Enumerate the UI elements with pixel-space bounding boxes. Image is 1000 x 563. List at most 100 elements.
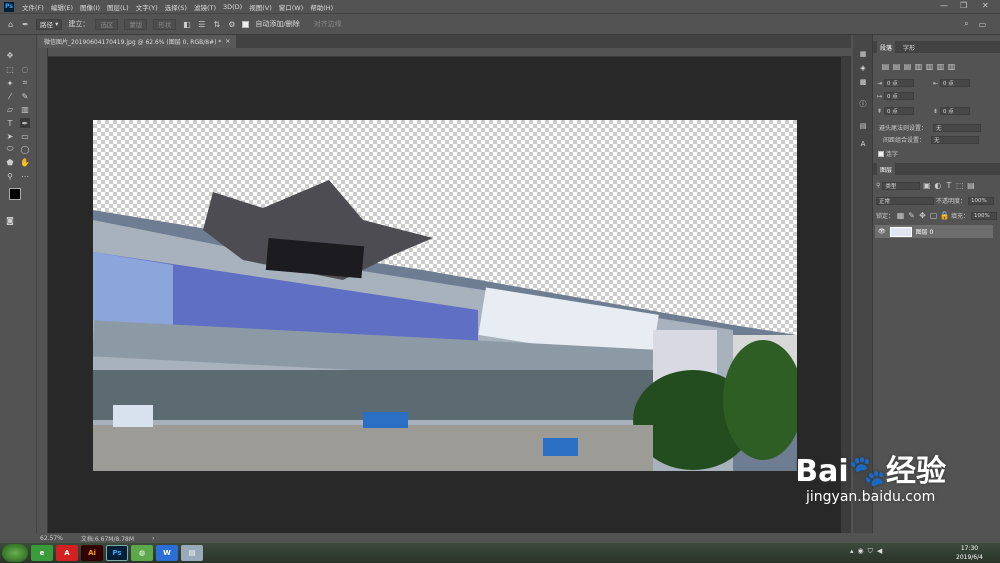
zoom-level[interactable]: 62.57% (40, 535, 63, 542)
align-right-icon[interactable]: ▤ (903, 62, 912, 71)
info-icon[interactable]: ⓘ (858, 99, 868, 109)
more-tools-icon[interactable]: ⋯ (20, 171, 30, 181)
pen-mode-select[interactable]: 路径 ▾ (36, 18, 63, 30)
close-icon[interactable]: ✕ (982, 1, 989, 10)
blue-app-icon[interactable]: W (156, 545, 178, 561)
move-tool-icon[interactable]: ✥ (5, 50, 15, 60)
filter-adjust-icon[interactable]: ◐ (933, 181, 942, 190)
character-icon[interactable]: ▤ (858, 121, 868, 131)
tab-paragraph[interactable]: 段落 (877, 41, 896, 53)
eyedropper-icon[interactable]: ⁄ (5, 91, 15, 101)
gear-icon[interactable]: ⚙ (227, 20, 236, 29)
ellipse-shape-icon[interactable]: ◯ (20, 144, 30, 154)
folder-app-icon[interactable]: ▤ (181, 545, 203, 561)
path-alignment-icon[interactable]: ☰ (197, 20, 206, 29)
eye-icon[interactable]: 👁 (878, 228, 886, 235)
tray-arrow-icon[interactable]: ▴ (850, 547, 854, 556)
photoshop-app-icon[interactable]: Ps (106, 545, 128, 561)
pen-tool-icon[interactable]: ✒ (21, 20, 30, 29)
brush-tool-icon[interactable]: ✎ (20, 91, 30, 101)
workspace-icon[interactable]: ▭ (978, 20, 987, 29)
menu-filter[interactable]: 滤镜(T) (194, 2, 216, 12)
foreground-color-swatch[interactable] (9, 188, 21, 200)
filter-shape-icon[interactable]: ⬚ (955, 181, 964, 190)
fill-field[interactable]: 100% (971, 211, 998, 220)
space-after-field[interactable]: 0 点 (940, 107, 971, 115)
maximize-icon[interactable]: ❐ (960, 1, 967, 10)
align-center-icon[interactable]: ▤ (892, 62, 901, 71)
swatches-icon[interactable]: ▩ (858, 77, 868, 87)
justify-right-icon[interactable]: ▥ (936, 62, 945, 71)
lock-transparent-icon[interactable]: ▦ (896, 211, 905, 220)
crop-tool-icon[interactable]: ⌗ (20, 78, 30, 88)
lock-pixels-icon[interactable]: ✎ (907, 211, 916, 220)
document-size[interactable]: 文档:6.67M/8.78M (81, 534, 134, 543)
justify-left-icon[interactable]: ▥ (914, 62, 923, 71)
filter-type-icon[interactable]: T (944, 181, 953, 190)
layer-filter-select[interactable]: 类型 (882, 181, 921, 190)
menu-window[interactable]: 窗口(W) (279, 2, 304, 12)
menu-image[interactable]: 图像(I) (80, 2, 100, 12)
lock-position-icon[interactable]: ✥ (918, 211, 927, 220)
selection-button[interactable]: 选区 (95, 18, 119, 30)
justify-center-icon[interactable]: ▥ (925, 62, 934, 71)
menu-view[interactable]: 视图(V) (249, 2, 272, 12)
paragraph-icon[interactable]: A (858, 139, 868, 149)
menu-file[interactable]: 文件(F) (22, 2, 44, 12)
document-tab[interactable]: 微信图片_20190604170419.jpg @ 62.6% (图层 0, R… (38, 35, 237, 48)
menu-type[interactable]: 文字(Y) (136, 2, 158, 12)
menu-3d[interactable]: 3D(D) (223, 3, 242, 11)
document-canvas[interactable] (92, 120, 803, 471)
illustrator-app-icon[interactable]: Ai (81, 545, 103, 561)
menu-edit[interactable]: 编辑(E) (51, 2, 73, 12)
mask-button[interactable]: 蒙版 (124, 18, 148, 30)
filter-pixel-icon[interactable]: ▣ (922, 181, 931, 190)
tab-layers[interactable]: 图层 (877, 163, 896, 175)
minimize-icon[interactable]: — (940, 1, 948, 10)
menu-select[interactable]: 选择(S) (165, 2, 187, 12)
acrobat-app-icon[interactable]: A (56, 545, 78, 561)
left-indent-field[interactable]: 0 点 (884, 79, 915, 87)
tray-volume-icon[interactable]: ◀ (877, 547, 882, 556)
eraser-icon[interactable]: ▱ (5, 104, 15, 114)
path-arrangement-icon[interactable]: ⇅ (212, 20, 221, 29)
brush-settings-icon[interactable]: ▦ (858, 49, 868, 59)
status-arrow-icon[interactable]: › (152, 535, 154, 542)
path-select-icon[interactable]: ➤ (5, 131, 15, 141)
browser-app-icon[interactable]: e (31, 545, 53, 561)
pen-tool-active-icon[interactable]: ✒ (20, 118, 30, 128)
blend-mode-select[interactable]: 正常 (876, 196, 934, 205)
clone-source-icon[interactable]: ◈ (858, 63, 868, 73)
tab-glyphs[interactable]: 字形 (903, 43, 915, 52)
opacity-field[interactable]: 100% (968, 196, 995, 205)
mojikumi-select[interactable]: 无 (931, 135, 980, 144)
kinsoku-select[interactable]: 无 (933, 123, 982, 132)
zoom-tool-icon[interactable]: ⚲ (5, 171, 15, 181)
start-button-icon[interactable] (2, 544, 28, 562)
path-operations-icon[interactable]: ◧ (182, 20, 191, 29)
hand-tool-icon[interactable]: ✋ (20, 157, 30, 167)
custom-shape-icon[interactable]: ⬟ (5, 157, 15, 167)
clock[interactable]: 17:30 2019/6/4 (956, 544, 983, 562)
layer-row[interactable]: 👁 图层 0 (875, 225, 993, 238)
magic-wand-icon[interactable]: ✦ (5, 78, 15, 88)
search-icon[interactable]: ⌕ (962, 19, 971, 29)
shape-button[interactable]: 形状 (153, 18, 177, 30)
first-line-indent-field[interactable]: 0 点 (884, 92, 915, 100)
justify-all-icon[interactable]: ▥ (947, 62, 956, 71)
lock-artboard-icon[interactable]: ▢ (929, 211, 938, 220)
lock-all-icon[interactable]: 🔒 (940, 211, 950, 220)
rectangle-tool-icon[interactable]: ▭ (20, 131, 30, 141)
green-app-icon[interactable]: ◍ (131, 545, 153, 561)
tray-network-icon[interactable]: ◉ (858, 547, 864, 556)
space-before-field[interactable]: 0 点 (884, 107, 915, 115)
layer-name[interactable]: 图层 0 (916, 227, 934, 236)
close-tab-icon[interactable]: × (225, 38, 230, 45)
quick-mask-icon[interactable]: ◙ (5, 215, 15, 225)
home-icon[interactable]: ⌂ (6, 20, 15, 29)
menu-help[interactable]: 帮助(H) (310, 2, 333, 12)
type-tool-icon[interactable]: T (5, 118, 15, 128)
align-left-icon[interactable]: ▤ (881, 62, 890, 71)
ellipse-tool-icon[interactable]: ⬭ (5, 144, 15, 154)
marquee-tool-icon[interactable]: ⬚ (5, 64, 15, 74)
